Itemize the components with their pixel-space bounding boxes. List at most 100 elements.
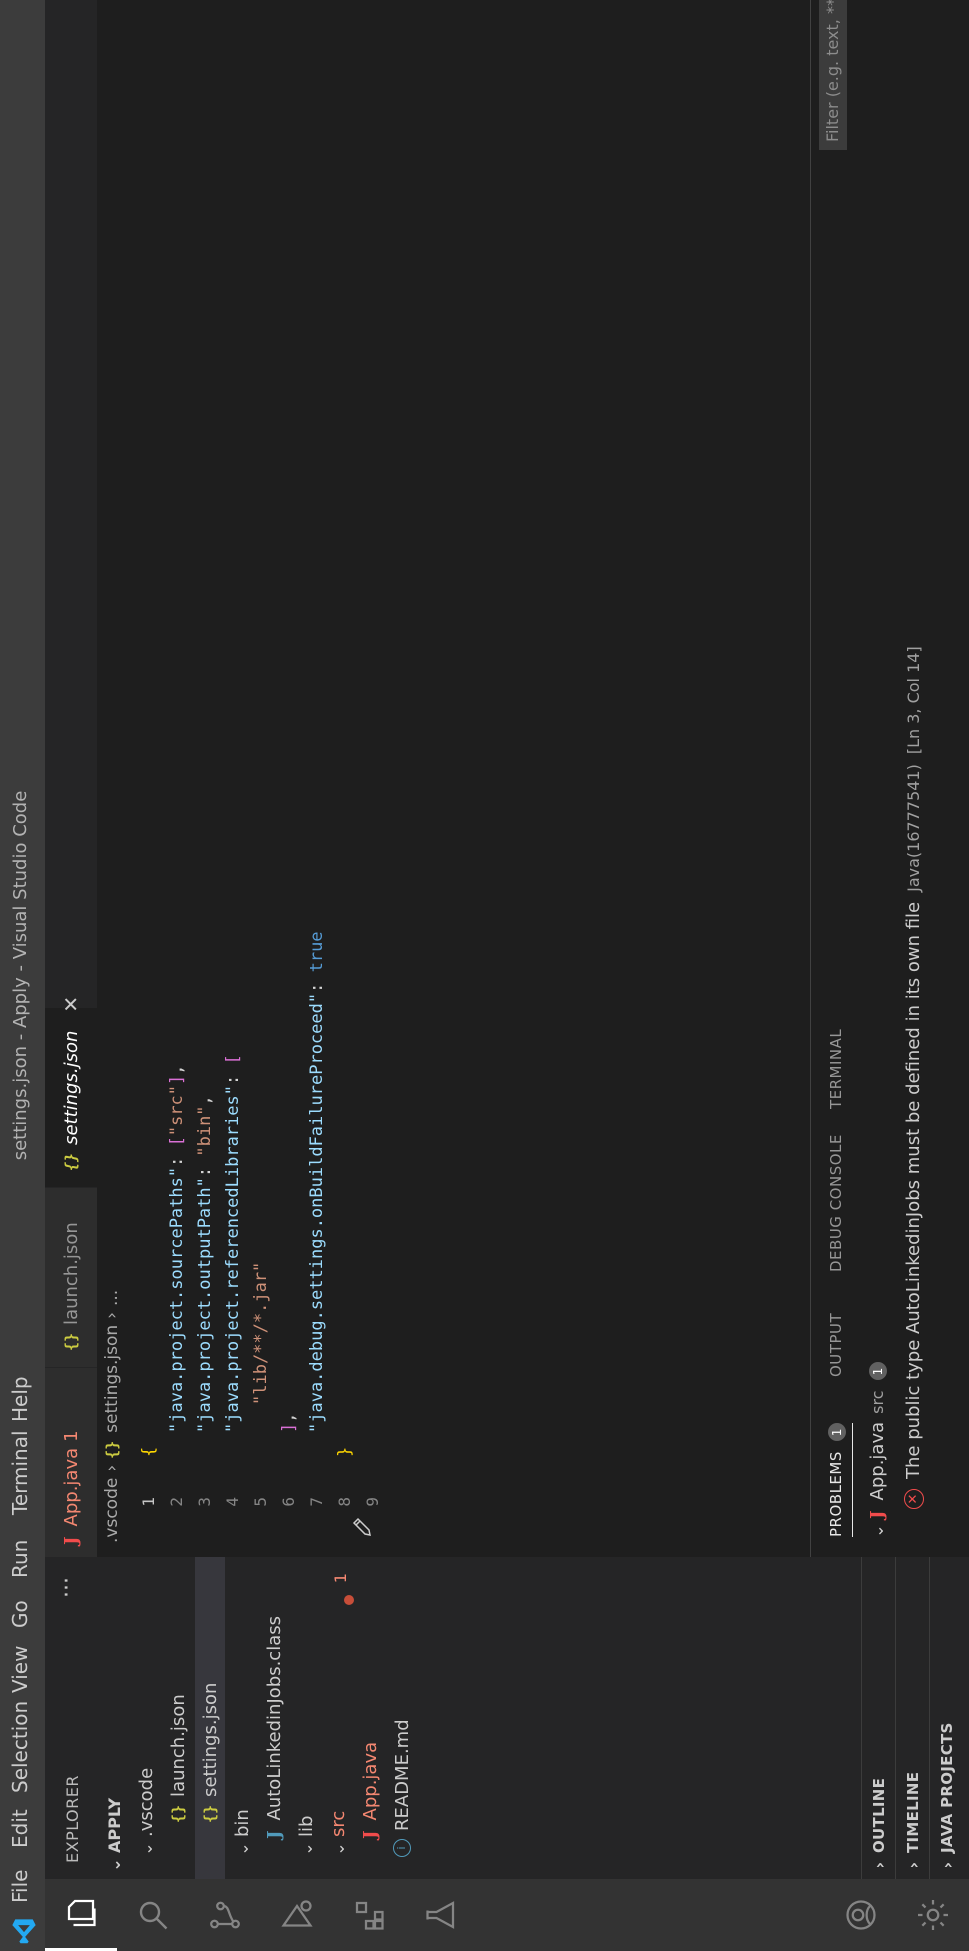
json-colon: : bbox=[223, 1064, 243, 1085]
json-file-icon: {} bbox=[62, 1332, 80, 1351]
json-file-icon: {} bbox=[62, 1152, 80, 1171]
menu-help[interactable]: Help bbox=[8, 1376, 32, 1422]
line-number: 6 bbox=[279, 1497, 298, 1507]
java-file-icon: J bbox=[359, 1830, 381, 1839]
tab-debug-console[interactable]: DEBUG CONSOLE bbox=[827, 1134, 845, 1272]
source-control-icon[interactable] bbox=[189, 1879, 261, 1951]
accounts-icon[interactable] bbox=[825, 1879, 897, 1951]
problems-count-badge: 1 bbox=[828, 1423, 846, 1442]
chevron-down-icon: ⌄ bbox=[868, 1524, 887, 1538]
folder-lib[interactable]: ⌄ lib bbox=[291, 1535, 321, 1879]
line-number: 7 bbox=[307, 1497, 326, 1507]
tab-app-java[interactable]: J App.java 1 bbox=[45, 1367, 97, 1557]
search-icon[interactable] bbox=[117, 1879, 189, 1951]
problem-file-row[interactable]: ⌄ J App.java src 1 bbox=[867, 1362, 888, 1540]
java-projects-section[interactable]: › JAVA PROJECTS bbox=[929, 1557, 964, 1879]
menu-run[interactable]: Run bbox=[8, 1540, 32, 1578]
code-line-5[interactable]: "lib/**/*.jar" bbox=[247, 1262, 275, 1405]
section-label: OUTLINE bbox=[870, 1777, 888, 1853]
chevron-right-icon: › bbox=[102, 1464, 122, 1472]
chevron-right-icon: › bbox=[102, 1312, 122, 1319]
code-line-6[interactable]: ], bbox=[275, 1413, 303, 1434]
json-comma: , bbox=[279, 1412, 299, 1423]
explorer-files-icon[interactable] bbox=[45, 1879, 117, 1951]
chevron-down-icon: ⌄ bbox=[104, 1858, 124, 1872]
file-app-java[interactable]: J App.java bbox=[355, 1517, 385, 1879]
json-brace: { bbox=[139, 1446, 159, 1457]
code-line-4[interactable]: "java.project.referencedLibraries": [ bbox=[219, 1054, 247, 1433]
folder-error-count: 1 bbox=[331, 1573, 350, 1584]
code-line-1[interactable]: { bbox=[135, 1447, 163, 1457]
problems-filter-input[interactable]: Filter (e.g. text, **/*.ts, !**/node_mod… bbox=[819, 0, 847, 150]
explorer-title: EXPLORER bbox=[63, 1775, 82, 1863]
chevron-down-icon: ⌄ bbox=[232, 1842, 252, 1856]
tab-launch-json[interactable]: {} launch.json bbox=[45, 1187, 97, 1367]
menu-terminal[interactable]: Terminal bbox=[8, 1430, 32, 1515]
code-line-7[interactable]: "java.debug.settings.onBuildFailureProce… bbox=[303, 931, 331, 1433]
timeline-section[interactable]: › TIMELINE bbox=[895, 1557, 930, 1879]
breadcrumb: .vscode › {} settings.json › ... bbox=[97, 1290, 127, 1557]
json-bracket: [ bbox=[223, 1054, 243, 1065]
tab-label: App.java bbox=[60, 1447, 82, 1527]
tab-output[interactable]: OUTPUT bbox=[827, 1313, 845, 1377]
close-icon[interactable]: ✕ bbox=[59, 996, 83, 1013]
section-label: JAVA PROJECTS bbox=[938, 1722, 956, 1853]
tab-label: launch.json bbox=[60, 1222, 82, 1325]
error-icon: ✕ bbox=[903, 1489, 924, 1509]
extensions-icon[interactable] bbox=[333, 1879, 405, 1951]
menu-selection[interactable]: Selection bbox=[8, 1701, 32, 1793]
explorer-sidebar: EXPLORER ··· ⌄ APPLY ⌄ .vscode {} launch… bbox=[45, 1501, 969, 1879]
problem-item[interactable]: ✕ The public type AutoLinkedinJobs must … bbox=[903, 646, 924, 1509]
workspace-root[interactable]: ⌄ APPLY bbox=[99, 1551, 129, 1879]
problem-source: Java(16777541) bbox=[904, 764, 923, 892]
file-autolinkedinjobs-class[interactable]: J AutoLinkedinJobs.class bbox=[259, 1517, 289, 1879]
tab-settings-json[interactable]: {} settings.json ✕ bbox=[45, 996, 97, 1187]
file-settings-json[interactable]: {} settings.json bbox=[195, 1501, 225, 1879]
manage-gear-icon[interactable] bbox=[897, 1879, 969, 1951]
problem-file-count: 1 bbox=[868, 1362, 887, 1381]
more-actions-icon[interactable]: ··· bbox=[55, 1577, 80, 1598]
line-number: 8 bbox=[335, 1497, 354, 1507]
tab-problems[interactable]: PROBLEMS 1 bbox=[827, 1423, 853, 1537]
code-line-2[interactable]: "java.project.sourcePaths": ["src"], bbox=[163, 1064, 191, 1433]
json-key: "java.project.sourcePaths" bbox=[167, 1166, 187, 1433]
json-string: "bin" bbox=[195, 1105, 215, 1157]
folder-vscode[interactable]: ⌄ .vscode bbox=[131, 1535, 161, 1879]
tree-item-label: bin bbox=[231, 1809, 253, 1837]
java-file-icon: J bbox=[263, 1830, 285, 1839]
menu-go[interactable]: Go bbox=[8, 1600, 32, 1628]
chevron-down-icon: ⌄ bbox=[136, 1842, 156, 1856]
menu-edit[interactable]: Edit bbox=[8, 1809, 32, 1848]
breadcrumb-file[interactable]: settings.json bbox=[102, 1325, 122, 1433]
breadcrumb-symbol[interactable]: ... bbox=[102, 1290, 122, 1306]
breadcrumb-folder[interactable]: .vscode bbox=[102, 1478, 122, 1543]
tab-bar: J App.java 1 {} launch.json {} settings.… bbox=[45, 0, 97, 1557]
tab-error-badge: 1 bbox=[60, 1430, 82, 1442]
problem-message: The public type AutoLinkedinJobs must be… bbox=[903, 901, 924, 1479]
chevron-right-icon: › bbox=[937, 1861, 957, 1869]
problem-location: [Ln 3, Col 14] bbox=[904, 646, 923, 755]
json-bracket: [ bbox=[167, 1136, 187, 1147]
outline-section[interactable]: › OUTLINE bbox=[861, 1557, 896, 1879]
vscode-logo-icon bbox=[12, 1919, 36, 1944]
bottom-panel: PROBLEMS1 OUTPUT DEBUG CONSOLE TERMINAL … bbox=[810, 0, 969, 1557]
activity-bar bbox=[45, 1879, 969, 1951]
file-readme-md[interactable]: i README.md bbox=[387, 1535, 417, 1879]
line-number: 1 bbox=[139, 1497, 158, 1507]
tree-item-label: launch.json bbox=[167, 1694, 189, 1797]
folder-bin[interactable]: ⌄ bin bbox=[227, 1535, 257, 1879]
tab-terminal[interactable]: TERMINAL bbox=[827, 1029, 845, 1109]
java-file-icon: J bbox=[60, 1536, 82, 1545]
json-string: "lib/**/*.jar" bbox=[251, 1261, 271, 1405]
file-launch-json[interactable]: {} launch.json bbox=[163, 1501, 193, 1879]
run-debug-icon[interactable] bbox=[261, 1879, 333, 1951]
folder-src[interactable]: ⌄ src bbox=[323, 1535, 353, 1879]
menu-file[interactable]: File bbox=[8, 1870, 32, 1903]
json-key: "java.debug.settings.onBuildFailureProce… bbox=[307, 992, 327, 1433]
tree-item-label: README.md bbox=[391, 1719, 413, 1831]
menu-view[interactable]: View bbox=[8, 1646, 32, 1693]
testing-icon[interactable] bbox=[405, 1879, 477, 1951]
tree-item-label: src bbox=[327, 1810, 349, 1837]
code-line-3[interactable]: "java.project.outputPath": "bin", bbox=[191, 1095, 219, 1433]
code-line-8[interactable]: } bbox=[331, 1447, 359, 1457]
